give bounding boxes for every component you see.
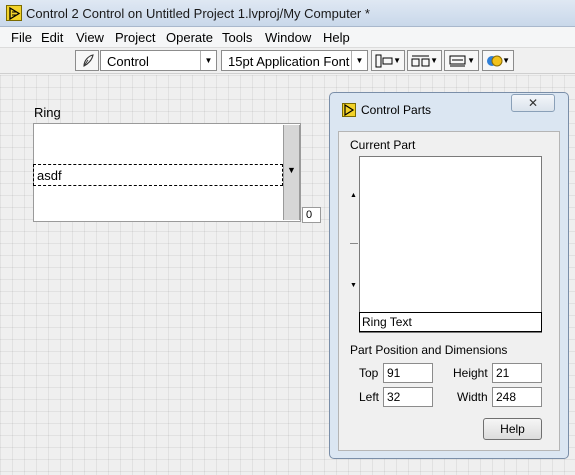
- align-objects-icon: [375, 54, 393, 71]
- control-type-select[interactable]: Control ▼: [100, 50, 217, 71]
- ring-increment-panel[interactable]: ▼: [283, 125, 300, 220]
- edit-mode-icon: [81, 53, 95, 71]
- title-bar[interactable]: Control 2 Control on Untitled Project 1.…: [0, 0, 575, 27]
- labview-app-icon: [6, 5, 22, 21]
- reorder-button[interactable]: ▼: [482, 50, 514, 71]
- current-part-preview: [359, 156, 542, 333]
- part-scroll-down-icon[interactable]: ▼: [350, 282, 357, 289]
- current-part-name: Ring Text: [359, 312, 542, 332]
- chevron-down-icon: ▼: [502, 56, 510, 65]
- help-button[interactable]: Help: [483, 418, 542, 440]
- height-field[interactable]: 21: [492, 363, 542, 383]
- resize-objects-button[interactable]: ▼: [444, 50, 479, 71]
- menu-edit[interactable]: Edit: [37, 29, 67, 46]
- menu-project[interactable]: Project: [111, 29, 159, 46]
- close-icon: ✕: [527, 96, 539, 110]
- align-objects-button[interactable]: ▼: [371, 50, 405, 71]
- distribute-objects-button[interactable]: ▼: [407, 50, 442, 71]
- chevron-down-icon: ▼: [467, 56, 475, 65]
- width-label: Width: [457, 390, 488, 404]
- top-field[interactable]: 91: [383, 363, 433, 383]
- dimensions-heading: Part Position and Dimensions: [350, 343, 508, 357]
- part-scroll-divider: [350, 243, 358, 244]
- toolbar: Control ▼ 15pt Application Font ▼ ▼ ▼ ▼ …: [0, 48, 575, 74]
- current-part-heading: Current Part: [350, 138, 416, 152]
- resize-objects-icon: [448, 54, 468, 71]
- menu-tools[interactable]: Tools: [218, 29, 256, 46]
- menu-help[interactable]: Help: [319, 29, 354, 46]
- top-label: Top: [359, 366, 379, 380]
- ring-label[interactable]: Ring: [34, 105, 61, 120]
- chevron-down-icon: ▼: [200, 51, 216, 70]
- menu-file[interactable]: File: [7, 29, 36, 46]
- window-title: Control 2 Control on Untitled Project 1.…: [26, 6, 370, 21]
- control-type-value: Control: [107, 54, 149, 69]
- chevron-down-icon: ▼: [430, 56, 438, 65]
- menu-view[interactable]: View: [72, 29, 108, 46]
- left-label: Left: [359, 390, 380, 404]
- menu-window[interactable]: Window: [261, 29, 315, 46]
- left-field[interactable]: 32: [383, 387, 433, 407]
- chevron-down-icon: ▼: [351, 51, 367, 70]
- menu-bar: File Edit View Project Operate Tools Win…: [0, 27, 575, 48]
- height-label: Height: [453, 366, 488, 380]
- menu-operate[interactable]: Operate: [162, 29, 217, 46]
- chevron-down-icon: ▼: [393, 56, 401, 65]
- labview-window-icon: [342, 103, 356, 117]
- ring-index-display: 0: [302, 207, 321, 223]
- part-scroll-up-icon[interactable]: ▲: [350, 192, 357, 199]
- ring-text-part[interactable]: asdf: [33, 164, 283, 186]
- close-button[interactable]: ✕: [511, 94, 555, 112]
- font-select[interactable]: 15pt Application Font ▼: [221, 50, 368, 71]
- font-value: 15pt Application Font: [228, 54, 350, 69]
- width-field[interactable]: 248: [492, 387, 542, 407]
- control-parts-title: Control Parts: [361, 103, 432, 117]
- distribute-objects-icon: [411, 54, 431, 71]
- ring-dropdown-arrow-icon: ▼: [287, 165, 296, 175]
- edit-mode-button[interactable]: [75, 50, 99, 71]
